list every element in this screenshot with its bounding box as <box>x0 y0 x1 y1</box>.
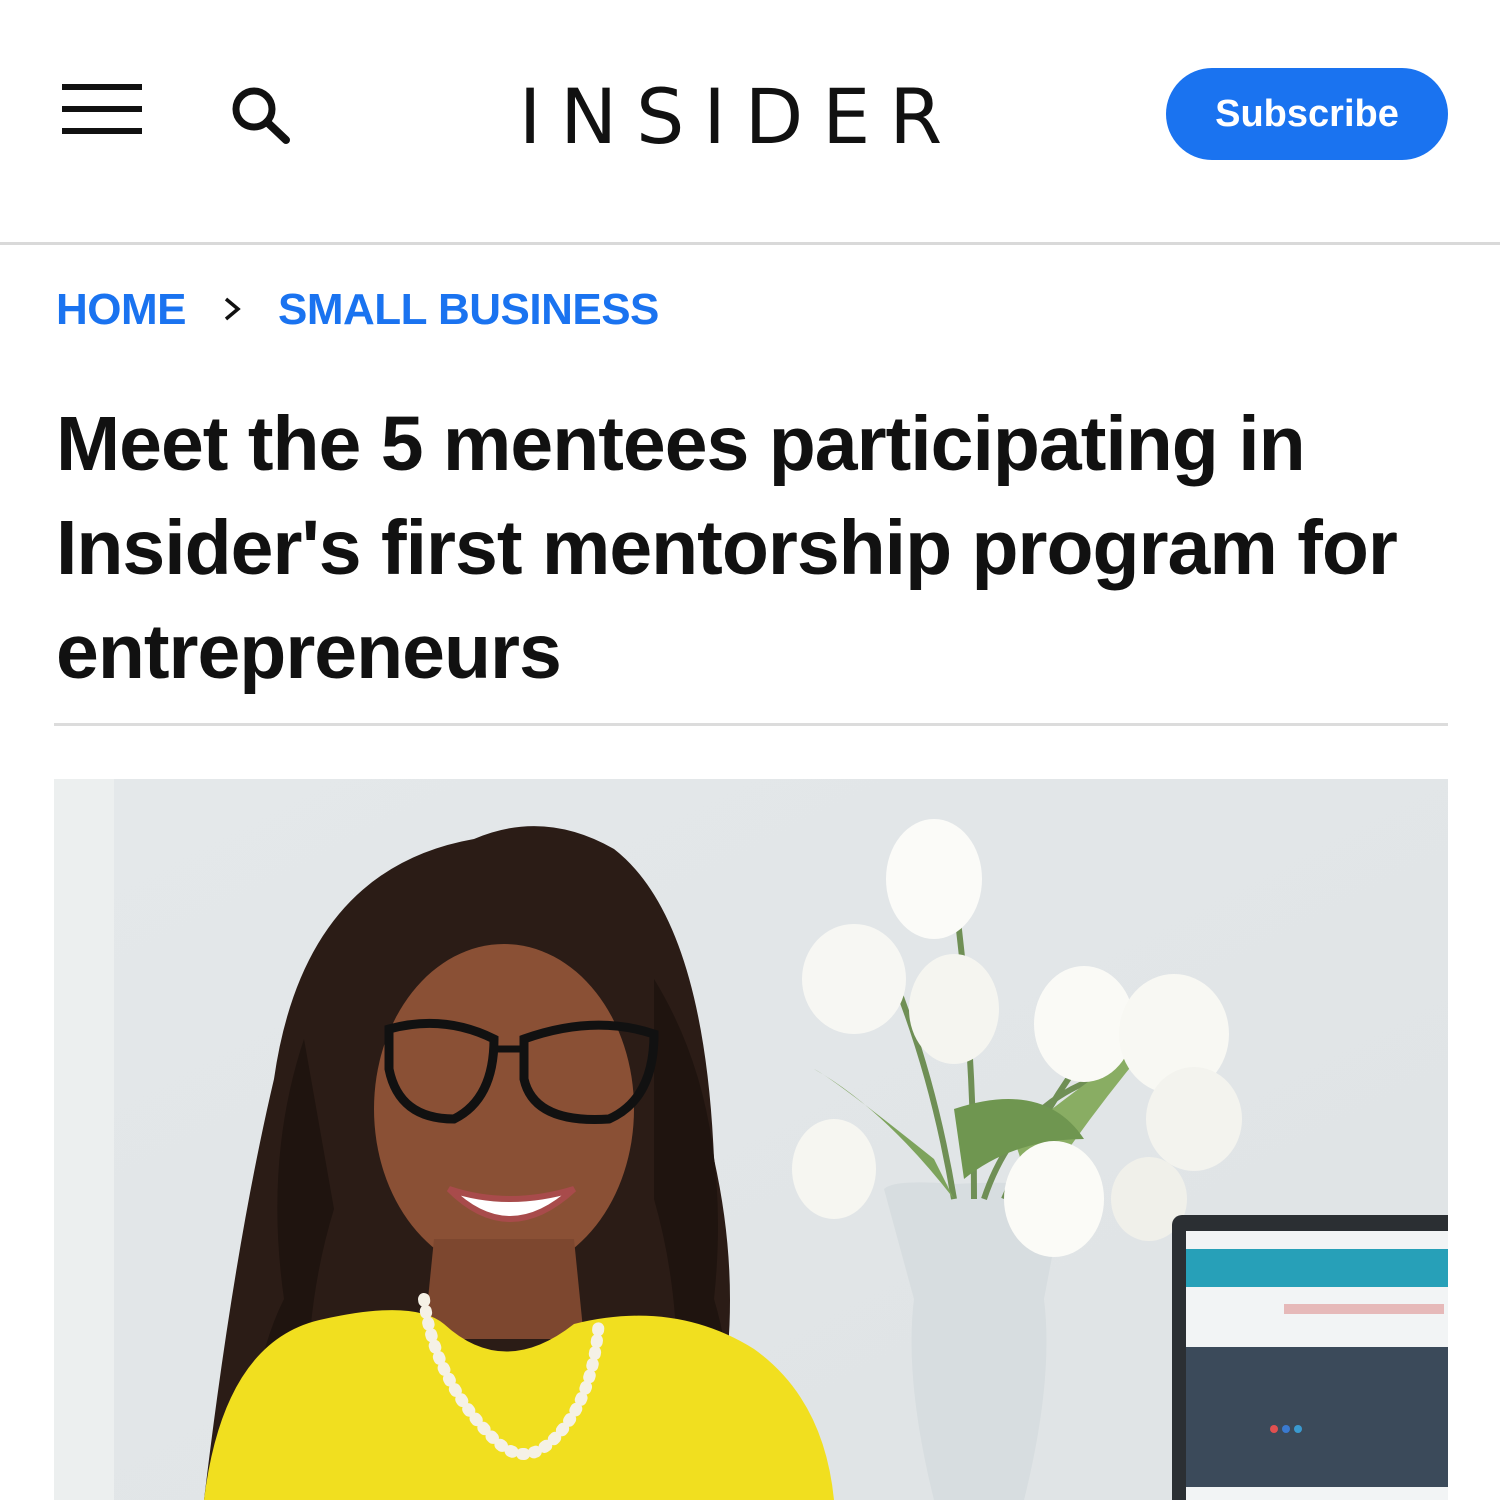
breadcrumb-small-business-link[interactable]: SMALL BUSINESS <box>278 285 659 335</box>
hamburger-menu-icon[interactable] <box>60 82 144 136</box>
article-hero-image <box>54 779 1448 1500</box>
subscribe-button[interactable]: Subscribe <box>1166 68 1448 160</box>
article-headline: Meet the 5 mentees participating in Insi… <box>56 401 1398 695</box>
breadcrumb: HOME SMALL BUSINESS <box>56 282 659 338</box>
headline-divider <box>54 723 1448 726</box>
search-icon[interactable] <box>226 82 296 146</box>
site-logo[interactable]: INSIDER <box>470 72 1010 162</box>
chevron-right-icon <box>186 285 278 335</box>
site-header: INSIDER Subscribe <box>0 0 1500 245</box>
breadcrumb-home-link[interactable]: HOME <box>56 285 187 335</box>
